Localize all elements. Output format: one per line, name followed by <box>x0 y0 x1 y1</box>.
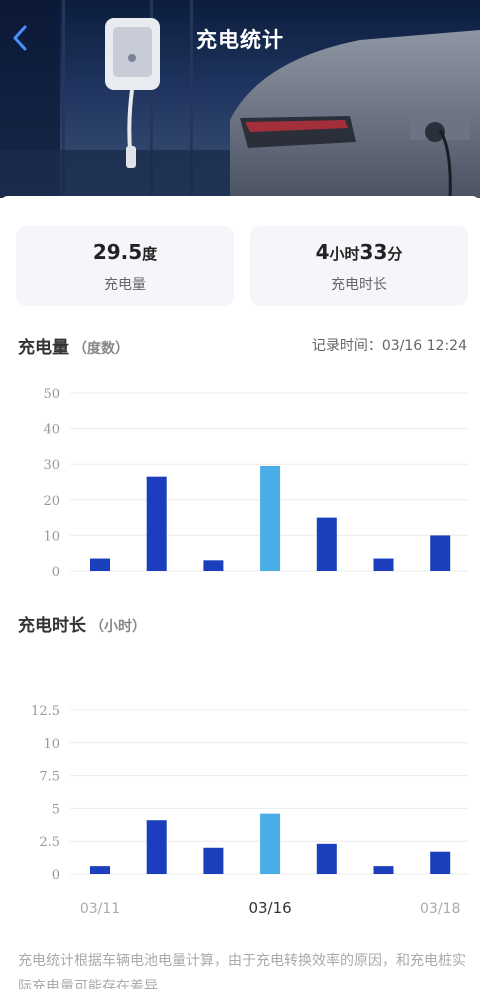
x-tick-label: 03/11 <box>80 901 120 917</box>
record-time: 记录时间：03/16 12:24 <box>311 338 467 354</box>
energy-section-unit: （度数） <box>73 341 129 357</box>
chart-bar[interactable] <box>146 476 167 571</box>
energy-chart-svg: 0 10 20 30 40 50 <box>43 387 468 580</box>
duration-hours-unit: 小时 <box>329 245 360 263</box>
chart-bar[interactable] <box>430 535 451 571</box>
y-tick-label: 10 <box>43 529 60 544</box>
duration-minutes-unit: 分 <box>387 245 403 263</box>
page-title: 充电统计 <box>196 28 284 52</box>
chart-bar[interactable] <box>260 465 281 571</box>
chart-bar[interactable] <box>373 866 394 874</box>
y-tick-label: 0 <box>52 565 60 580</box>
energy-section-title: 充电量 （度数） <box>18 333 129 358</box>
chart-bar[interactable] <box>203 560 224 571</box>
disclaimer-note: 充电统计根据车辆电池电量计算，由于充电转换效率的原因，和充电桩实际充电量可能存在… <box>18 953 466 989</box>
y-tick-label: 10 <box>43 737 60 752</box>
energy-section-title-text: 充电量 <box>18 338 69 358</box>
duration-section-unit: （小时） <box>90 619 146 635</box>
duration-summary-card: 4小时33分 充电时长 <box>250 226 468 306</box>
y-tick-label: 50 <box>43 387 60 402</box>
chart-bar[interactable] <box>203 847 224 874</box>
y-tick-label: 40 <box>43 423 60 438</box>
duration-minutes: 33 <box>359 240 388 264</box>
y-tick-label: 7.5 <box>39 770 60 785</box>
duration-chart-svg: 0 2.5 5 7.5 10 12.5 03/11 03/16 03/18 <box>31 704 468 917</box>
energy-label: 充电量 <box>104 277 146 293</box>
chart-bar[interactable] <box>90 558 110 571</box>
duration-label: 充电时长 <box>331 277 387 293</box>
y-tick-label: 30 <box>43 458 60 473</box>
duration-section-title-text: 充电时长 <box>18 616 86 636</box>
chart-bar[interactable] <box>90 866 110 874</box>
x-tick-label: 03/16 <box>248 899 291 917</box>
energy-value: 29.5 <box>92 240 143 264</box>
chart-bar[interactable] <box>260 813 281 874</box>
y-tick-label: 5 <box>52 802 60 817</box>
energy-chart: 0 10 20 30 40 50 <box>0 380 480 590</box>
y-tick-label: 2.5 <box>39 835 60 850</box>
chart-bar[interactable] <box>316 843 337 874</box>
duration-chart: 0 2.5 5 7.5 10 12.5 03/11 03/16 03/18 <box>0 695 480 925</box>
y-tick-label: 0 <box>52 868 60 883</box>
chart-bar[interactable] <box>430 851 451 874</box>
header-banner: 充电统计 <box>0 0 480 198</box>
energy-unit: 度 <box>142 245 158 263</box>
duration-section-title: 充电时长 （小时） <box>18 611 146 636</box>
y-tick-label: 12.5 <box>31 704 60 719</box>
chart-bar[interactable] <box>146 820 167 874</box>
energy-summary-value: 29.5度 <box>16 240 234 266</box>
duration-summary-value: 4小时33分 <box>250 240 468 266</box>
duration-hours: 4 <box>315 240 330 264</box>
x-tick-label: 03/18 <box>420 901 460 917</box>
chart-bar[interactable] <box>316 517 337 571</box>
energy-summary-card: 29.5度 充电量 <box>16 226 234 306</box>
y-tick-label: 20 <box>43 494 60 509</box>
chart-bar[interactable] <box>373 558 394 571</box>
